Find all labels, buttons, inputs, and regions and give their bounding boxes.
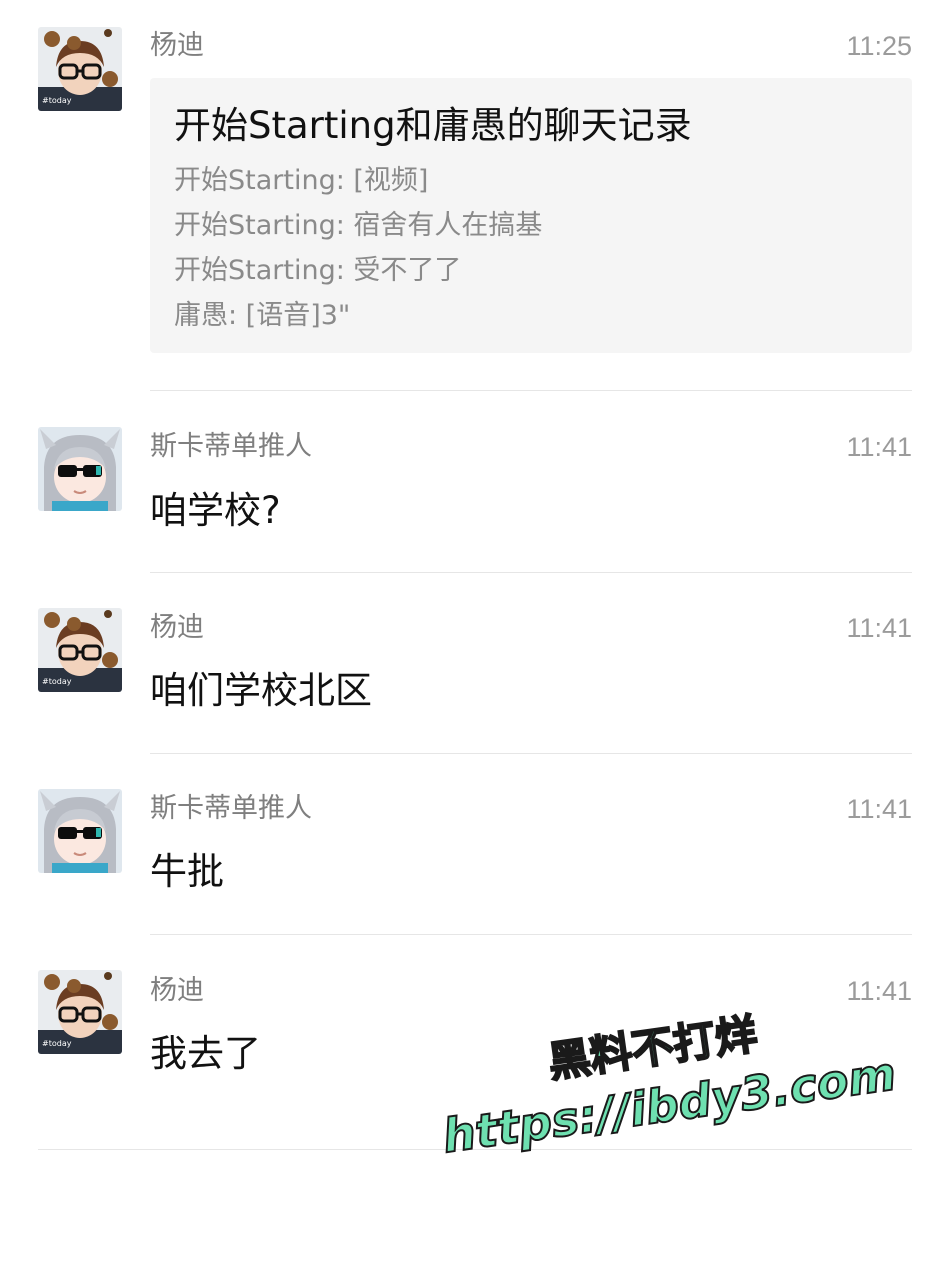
chat-history-line: 开始Starting: 宿舍有人在搞基 bbox=[174, 210, 543, 241]
sender-name: 斯卡蒂单推人 bbox=[150, 431, 312, 462]
avatar[interactable] bbox=[38, 789, 122, 873]
person-avatar-icon: #today bbox=[38, 27, 122, 111]
message-text: 咱学校? bbox=[150, 489, 281, 532]
chat-history-title: 开始Starting和庸愚的聊天记录 bbox=[174, 104, 692, 147]
message-time: 11:41 bbox=[846, 976, 912, 1006]
message-time: 11:41 bbox=[846, 794, 912, 824]
sender-name: 杨迪 bbox=[150, 30, 204, 61]
message-text: 牛批 bbox=[150, 850, 224, 893]
svg-text:#today: #today bbox=[42, 96, 72, 105]
message-time: 11:25 bbox=[846, 31, 912, 61]
chat-history-line: 开始Starting: 受不了了 bbox=[174, 255, 462, 286]
svg-text:#today: #today bbox=[42, 1039, 72, 1048]
message-item: #today 杨迪 11:41 我去了 bbox=[0, 935, 950, 1149]
message-item: 斯卡蒂单推人 11:41 牛批 bbox=[0, 754, 950, 934]
message-time: 11:41 bbox=[846, 432, 912, 462]
chat-history-line: 庸愚: [语音]3" bbox=[174, 300, 351, 331]
anime-avatar-icon bbox=[38, 427, 122, 511]
avatar[interactable]: #today bbox=[38, 970, 122, 1054]
message-text: 我去了 bbox=[150, 1032, 261, 1075]
sender-name: 杨迪 bbox=[150, 975, 204, 1006]
person-avatar-icon: #today bbox=[38, 970, 122, 1054]
message-item: 斯卡蒂单推人 11:41 咱学校? bbox=[0, 391, 950, 572]
message-item: #today 杨迪 11:25 开始Starting和庸愚的聊天记录 开始Sta… bbox=[0, 0, 950, 390]
avatar[interactable] bbox=[38, 427, 122, 511]
avatar[interactable]: #today bbox=[38, 608, 122, 692]
sender-name: 杨迪 bbox=[150, 612, 204, 643]
avatar[interactable]: #today bbox=[38, 27, 122, 111]
message-item: #today 杨迪 11:41 咱们学校北区 bbox=[0, 573, 950, 753]
anime-avatar-icon bbox=[38, 789, 122, 873]
svg-text:#today: #today bbox=[42, 677, 72, 686]
divider bbox=[38, 1149, 912, 1150]
chat-history-line: 开始Starting: [视频] bbox=[174, 165, 429, 196]
message-time: 11:41 bbox=[846, 613, 912, 643]
message-text: 咱们学校北区 bbox=[150, 669, 372, 712]
person-avatar-icon: #today bbox=[38, 608, 122, 692]
chat-history-card[interactable]: 开始Starting和庸愚的聊天记录 开始Starting: [视频] 开始St… bbox=[150, 78, 912, 353]
sender-name: 斯卡蒂单推人 bbox=[150, 793, 312, 824]
